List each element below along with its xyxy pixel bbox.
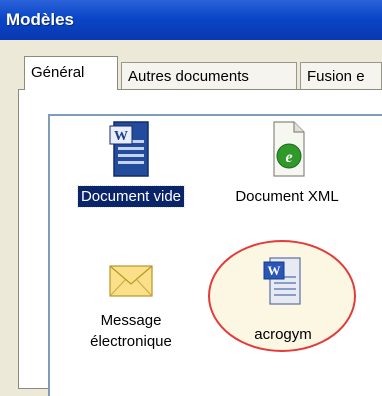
template-item-document-xml[interactable]: e Document XML bbox=[212, 118, 362, 207]
tab-autres-documents-label: Autres documents bbox=[128, 68, 249, 85]
template-item-message-electronique[interactable]: Message électronique bbox=[58, 262, 204, 352]
word-template-icon: W bbox=[263, 257, 301, 305]
svg-text:W: W bbox=[114, 129, 128, 144]
xml-document-icon: e bbox=[273, 121, 305, 177]
svg-text:e: e bbox=[285, 149, 292, 166]
tab-autres-documents[interactable]: Autres documents bbox=[121, 62, 297, 90]
template-label-document-vide: Document vide bbox=[76, 185, 186, 208]
template-item-acrogym[interactable]: W acrogym bbox=[226, 252, 340, 345]
email-envelope-icon bbox=[109, 265, 153, 297]
template-label-message-line2: électronique bbox=[90, 333, 172, 350]
template-label-acrogym: acrogym bbox=[254, 326, 312, 343]
template-label-document-xml: Document XML bbox=[235, 188, 339, 205]
tab-general[interactable]: Général bbox=[24, 56, 118, 90]
template-label-message-line1: Message bbox=[100, 312, 162, 329]
svg-text:W: W bbox=[268, 263, 281, 278]
template-item-document-vide[interactable]: W Document vide bbox=[58, 118, 204, 208]
window-title: Modèles bbox=[6, 10, 75, 29]
tab-fusion[interactable]: Fusion e bbox=[300, 62, 382, 90]
word-document-icon: W bbox=[109, 121, 149, 177]
title-bar[interactable]: Modèles bbox=[0, 0, 382, 40]
tab-fusion-label: Fusion e bbox=[307, 68, 365, 85]
tab-general-label: Général bbox=[31, 64, 85, 81]
